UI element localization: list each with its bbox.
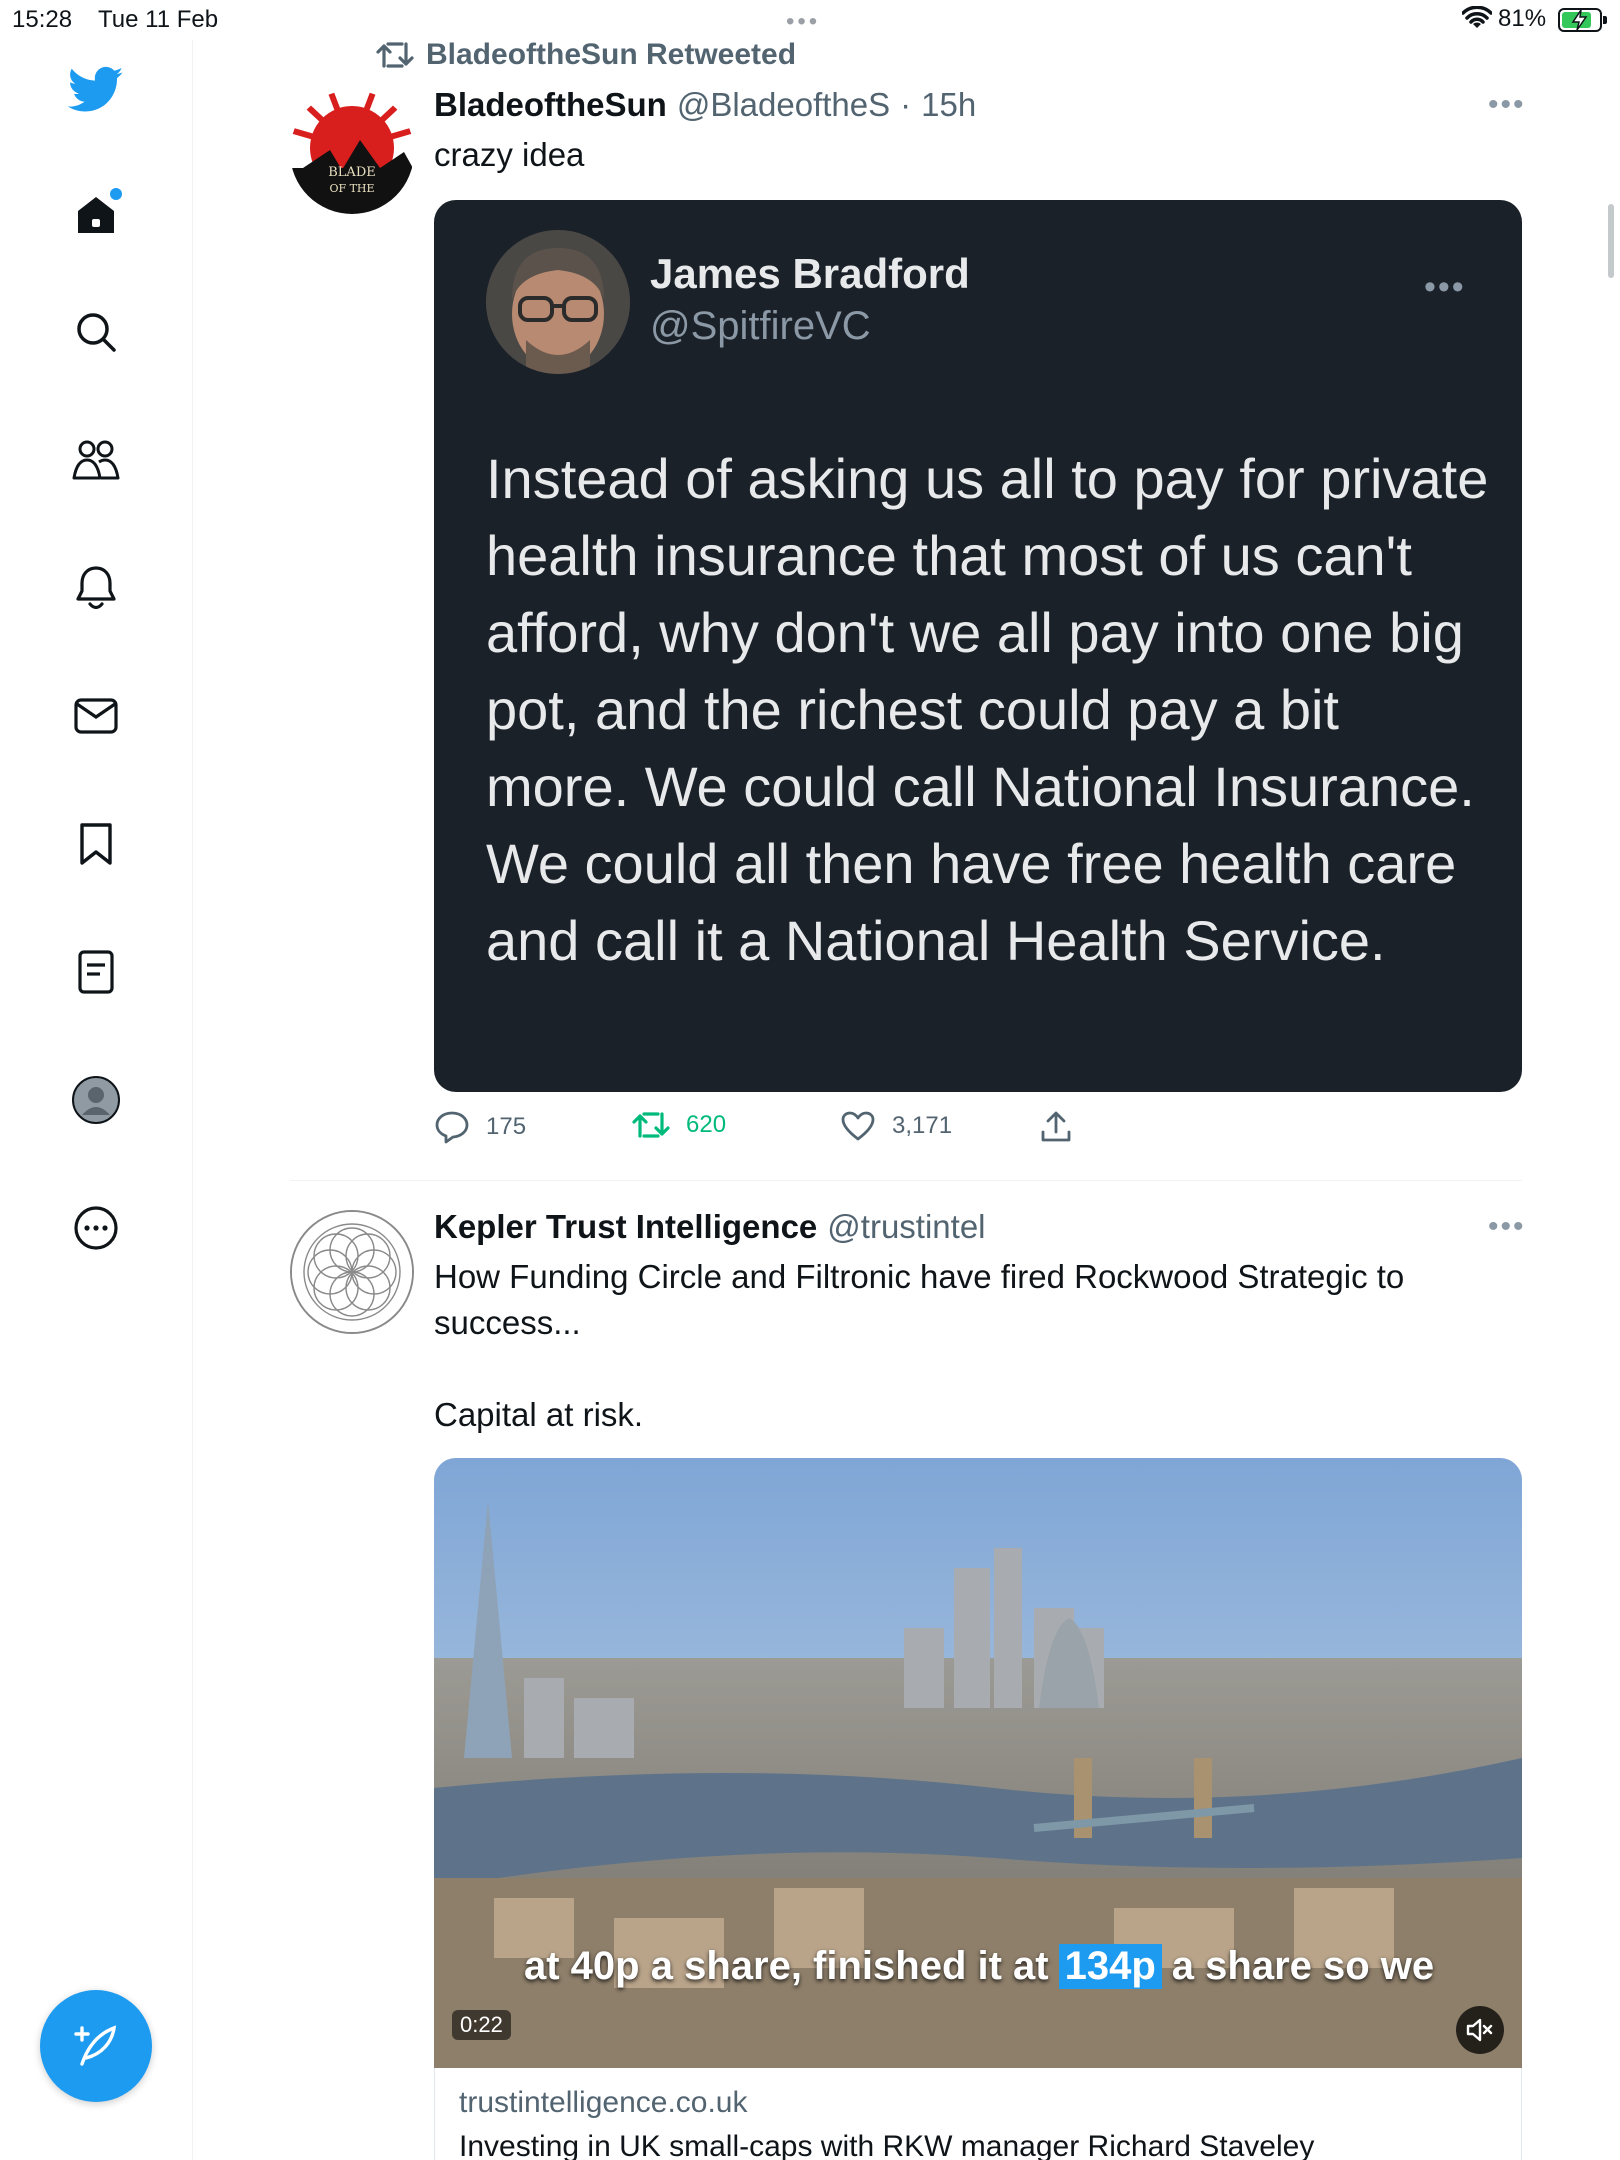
bookmark-icon xyxy=(80,823,112,865)
link-domain: trustintelligence.co.uk xyxy=(459,2086,748,2119)
nav-lists[interactable] xyxy=(66,942,126,1002)
quoted-author-name: James Bradford xyxy=(650,250,970,297)
quoted-author-handle: @SpitfireVC xyxy=(650,304,871,348)
avatar-icon xyxy=(72,1076,120,1124)
status-bar: 15:28 Tue 11 Feb ••• 81% xyxy=(0,0,1620,40)
mute-button[interactable] xyxy=(1456,2006,1504,2054)
search-icon xyxy=(77,313,116,352)
nav-bookmarks[interactable] xyxy=(66,814,126,874)
caption-after: a share so we xyxy=(1171,1944,1435,1988)
scrollbar[interactable] xyxy=(1608,204,1614,278)
tweet1-header: BladeoftheSun @BladeoftheS · 15h xyxy=(434,86,976,124)
retweeted-by-label: BladeoftheSun Retweeted xyxy=(426,38,797,71)
link-card[interactable]: trustintelligence.co.uk Investing in UK … xyxy=(434,2068,1522,2160)
nav-more[interactable] xyxy=(66,1198,126,1258)
heart-icon xyxy=(841,1111,875,1141)
list-icon xyxy=(78,950,114,994)
author-avatar[interactable]: BLADE OF THE xyxy=(290,90,414,214)
author-name[interactable]: BladeoftheSun xyxy=(434,86,667,124)
sidebar-nav xyxy=(0,40,193,2160)
home-icon xyxy=(78,197,114,233)
wifi-icon xyxy=(1461,5,1493,37)
mail-icon xyxy=(74,698,118,734)
video-player[interactable]: at 40p a share, finished it at 134p a sh… xyxy=(434,1458,1522,2068)
kepler-author-name[interactable]: Kepler Trust Intelligence xyxy=(434,1208,817,1246)
tweet2-header: Kepler Trust Intelligence @trustintel xyxy=(434,1208,986,1246)
nav-notifications[interactable] xyxy=(66,558,126,618)
compose-feather-icon xyxy=(74,2025,117,2066)
tweet-time[interactable]: 15h xyxy=(921,86,976,124)
battery-icon xyxy=(1558,8,1607,32)
battery-percent: 81% xyxy=(1498,5,1547,32)
retweet-icon xyxy=(376,42,414,68)
avatar-text-line1: BLADE xyxy=(328,165,376,180)
nav-explore[interactable] xyxy=(66,302,126,362)
retweet-count: 620 xyxy=(686,1111,727,1138)
tweet-divider xyxy=(290,1180,1522,1181)
kepler-author-handle[interactable]: @trustintel xyxy=(827,1208,985,1246)
reply-button[interactable]: 175 xyxy=(434,1110,526,1144)
more-circle-icon xyxy=(74,1206,118,1250)
tweet2-more-button[interactable]: ••• xyxy=(1488,1210,1526,1244)
bell-icon xyxy=(76,566,116,610)
quoted-tweet-text: Instead of asking us all to pay for priv… xyxy=(486,447,1489,972)
retweet-action-icon xyxy=(632,1112,670,1138)
share-icon xyxy=(1041,1111,1071,1142)
reply-icon xyxy=(435,1111,469,1144)
quoted-tweet-image[interactable]: James Bradford @SpitfireVC ••• Instead o… xyxy=(434,200,1522,1092)
tweet2-text-line1: How Funding Circle and Filtronic have fi… xyxy=(434,1258,1405,1341)
separator-dot: · xyxy=(900,86,912,123)
link-title: Investing in UK small-caps with RKW mana… xyxy=(459,2130,1315,2160)
home-notification-dot xyxy=(110,188,122,200)
tweet-more-button[interactable]: ••• xyxy=(1488,88,1526,122)
quoted-more-icon: ••• xyxy=(1424,268,1466,306)
kepler-avatar[interactable] xyxy=(290,1210,414,1334)
compose-tweet-button[interactable] xyxy=(40,1990,152,2102)
caption-before: at 40p a share, finished it at xyxy=(524,1944,1049,1988)
status-date: Tue 11 Feb xyxy=(98,6,219,33)
avatar-text-line2: OF THE xyxy=(329,182,374,195)
retweet-button[interactable]: 620 xyxy=(632,1110,726,1140)
like-count: 3,171 xyxy=(892,1112,953,1139)
video-duration: 0:22 xyxy=(452,2010,511,2040)
tweet1-actions: 175 620 3,171 xyxy=(434,1110,1524,1154)
nav-profile[interactable] xyxy=(66,1070,126,1130)
share-button[interactable] xyxy=(1040,1110,1072,1144)
nav-home[interactable] xyxy=(66,184,126,244)
tweet2-text-line2: Capital at risk. xyxy=(434,1396,644,1433)
multitasking-dots-icon[interactable]: ••• xyxy=(786,8,820,36)
status-time: 15:28 xyxy=(12,6,73,33)
speaker-muted-icon xyxy=(1466,2018,1493,2042)
caption-highlight: 134p xyxy=(1058,1944,1162,1989)
retweet-context[interactable]: BladeoftheSun Retweeted xyxy=(376,38,796,72)
nav-messages[interactable] xyxy=(66,686,126,746)
people-icon xyxy=(72,440,120,480)
author-handle[interactable]: @BladeoftheS xyxy=(677,86,890,124)
video-caption: at 40p a share, finished it at 134p a sh… xyxy=(524,1944,1434,1989)
twitter-bird-icon[interactable] xyxy=(66,60,126,120)
reply-count: 175 xyxy=(486,1113,527,1140)
nav-communities[interactable] xyxy=(66,430,126,490)
tweet-text: crazy idea xyxy=(434,136,585,173)
like-button[interactable]: 3,171 xyxy=(840,1110,952,1142)
charging-bolt-icon xyxy=(1571,9,1588,31)
quoted-author-avatar xyxy=(486,230,630,374)
